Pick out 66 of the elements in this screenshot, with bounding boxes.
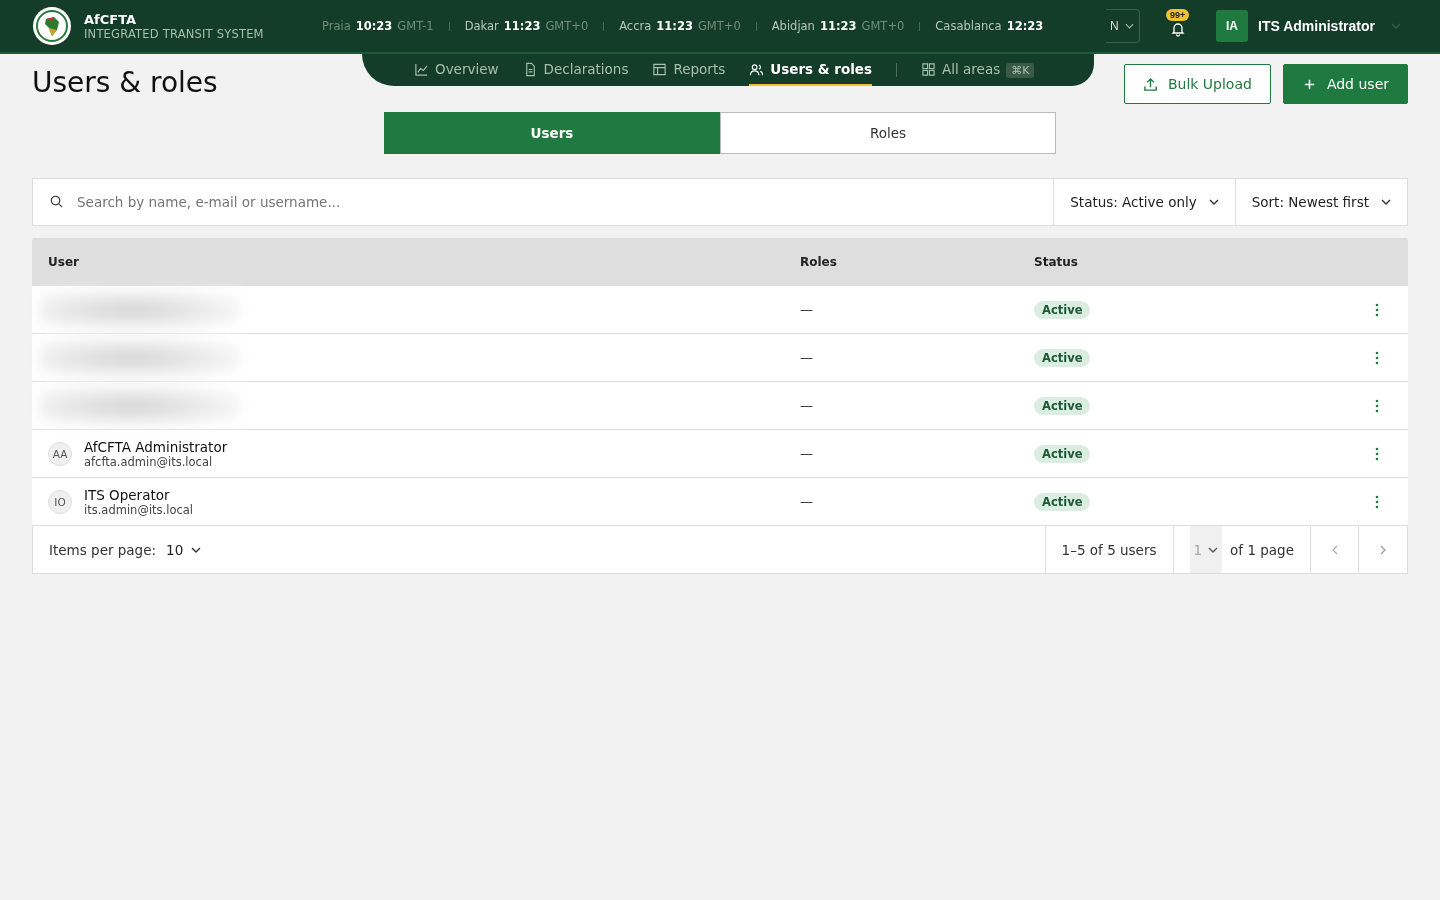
chevron-down-icon (1208, 199, 1219, 205)
brand-subtitle: INTEGRATED TRANSIT SYSTEM (84, 26, 264, 41)
users-icon (749, 61, 765, 77)
clock-time: 12:23 (1006, 19, 1044, 33)
nav-tab[interactable]: Reports (652, 54, 726, 86)
segment-tab[interactable]: Roles (720, 112, 1056, 154)
status-badge: Active (1034, 300, 1091, 319)
column-header: User (47, 255, 80, 269)
roles-cell-text: — (800, 350, 814, 365)
clock-zone: GMT+0 (697, 19, 741, 33)
user-name: ITS Administrator (1258, 18, 1375, 34)
table-icon (652, 61, 668, 77)
clock-city: Praia (322, 19, 351, 33)
status-badge: Active (1034, 396, 1091, 415)
roles-cell-text: — (800, 494, 814, 509)
user-name: ITS Operator (84, 486, 171, 503)
roles-cell-text: — (800, 398, 814, 413)
add-user-button[interactable]: Add user (1282, 64, 1408, 104)
brand-name: AfCFTA (84, 11, 138, 27)
logo-icon (32, 6, 72, 46)
segment-tab[interactable]: Users (384, 112, 720, 154)
clock-zone: GMT+0 (861, 19, 905, 33)
user-avatar: IO (48, 489, 72, 514)
filter-dropdown[interactable]: Sort: Newest first (1235, 178, 1408, 226)
user-avatar: AA (48, 441, 72, 466)
clock-city: Dakar (464, 19, 499, 33)
clock-zone: GMT-1 (397, 19, 434, 33)
page-title: Users & roles (32, 66, 219, 99)
all-areas-tab[interactable]: All areas (921, 54, 1001, 86)
upload-icon (1142, 76, 1158, 92)
clock-city: Abidjan (771, 19, 815, 33)
status-badge: Active (1034, 348, 1091, 367)
shortcut-badge: ⌘K (1006, 62, 1035, 78)
column-header: Roles (800, 255, 838, 269)
clock-time: 11:23 (656, 19, 693, 33)
status-badge: Active (1034, 444, 1091, 463)
nav-tab[interactable]: Users & roles (749, 54, 872, 86)
nav-tab[interactable]: Overview (414, 54, 499, 86)
bulk-upload-button[interactable]: Bulk Upload (1123, 64, 1271, 104)
notifications-button[interactable]: 99+ (1166, 11, 1190, 41)
nav-tab[interactable]: Declarations (522, 54, 629, 86)
user-name: AfCFTA Administrator (84, 438, 228, 455)
user-email: afcfta.admin@its.local (84, 454, 214, 469)
chevron-down-icon (1124, 23, 1134, 29)
clock-city: Casablanca (935, 19, 1002, 33)
user-email: its.admin@its.local (84, 502, 194, 517)
status-badge: Active (1034, 492, 1091, 511)
chevron-down-icon (1381, 199, 1391, 205)
language-select[interactable]: N (1106, 9, 1140, 43)
filter-dropdown[interactable]: Status: Active only (1054, 178, 1236, 226)
caret-icon (1390, 23, 1401, 29)
clock-zone: GMT+0 (545, 19, 589, 33)
clock-time: 11:23 (503, 19, 541, 33)
clock-time: 10:23 (355, 19, 393, 33)
column-header: Status (1034, 255, 1079, 269)
user-menu[interactable]: IA ITS Administrator (1216, 10, 1401, 42)
notification-badge: 99+ (1166, 9, 1190, 21)
roles-cell-text: — (800, 446, 814, 461)
chart-icon (414, 61, 429, 77)
bell-icon (1170, 21, 1186, 37)
user-avatar: IA (1216, 10, 1248, 42)
grid-icon (921, 61, 936, 77)
clock-time: 11:23 (819, 19, 857, 33)
roles-cell-text: — (800, 302, 814, 317)
search-field[interactable]: Search by name, e-mail or username... (32, 178, 1055, 226)
clock-city: Accra (619, 19, 652, 33)
